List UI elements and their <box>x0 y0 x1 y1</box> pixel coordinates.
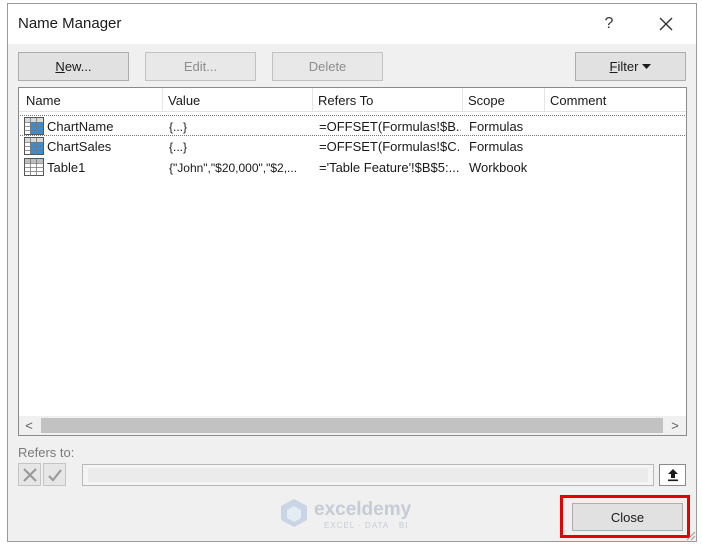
scroll-left-arrow[interactable]: < <box>19 416 39 435</box>
table-icon <box>24 158 44 176</box>
exceldemy-watermark: exceldemy EXCEL · DATA · BI <box>280 496 430 530</box>
header-name[interactable]: Name <box>26 93 61 108</box>
edit-button[interactable]: Edit... <box>145 52 256 81</box>
filter-button-label: ilter <box>617 59 639 74</box>
new-button-accelerator: N <box>55 59 65 74</box>
row-refers-to: =OFFSET(Formulas!$C... <box>319 139 461 154</box>
row-refers-to: =OFFSET(Formulas!$B... <box>319 119 461 134</box>
caret-down-icon <box>642 63 652 69</box>
help-button[interactable]: ? <box>591 10 627 38</box>
close-icon[interactable] <box>648 10 684 38</box>
table-row[interactable]: ChartName {...} =OFFSET(Formulas!$B... F… <box>20 115 685 136</box>
new-button-label: ew... <box>64 59 92 74</box>
header-scope[interactable]: Scope <box>468 93 505 108</box>
row-name: Table1 <box>47 160 86 175</box>
list-header: Name Value Refers To Scope Comment <box>19 88 686 112</box>
row-scope: Workbook <box>469 160 528 175</box>
row-value: {...} <box>169 140 188 154</box>
table-row[interactable]: Table1 {"John","$20,000","$2,... ='Table… <box>20 157 685 178</box>
horizontal-scrollbar[interactable]: < > <box>19 416 686 435</box>
refers-to-input[interactable] <box>82 464 654 486</box>
row-value: {"John","$20,000","$2,... <box>169 161 298 175</box>
new-button[interactable]: New... <box>18 52 129 81</box>
scrollbar-thumb[interactable] <box>41 418 663 433</box>
close-button[interactable]: Close <box>572 503 683 531</box>
row-name: ChartName <box>47 119 114 134</box>
table-row[interactable]: ChartSales {...} =OFFSET(Formulas!$C... … <box>20 136 685 157</box>
named-range-icon <box>24 117 44 135</box>
scroll-right-arrow[interactable]: > <box>665 416 685 435</box>
resize-grip-icon[interactable] <box>684 529 696 541</box>
header-value[interactable]: Value <box>168 93 200 108</box>
row-scope: Formulas <box>469 119 524 134</box>
cancel-x-icon[interactable] <box>18 463 41 486</box>
watermark-tagline: EXCEL · DATA · BI <box>324 521 409 530</box>
row-name: ChartSales <box>47 139 112 154</box>
refers-to-label: Refers to: <box>18 445 75 460</box>
filter-button[interactable]: Filter <box>575 52 686 81</box>
row-value: {...} <box>169 120 188 134</box>
row-refers-to: ='Table Feature'!$B$5:... <box>319 160 460 175</box>
row-scope: Formulas <box>469 139 524 154</box>
title-bar: Name Manager ? <box>8 4 696 44</box>
delete-button[interactable]: Delete <box>272 52 383 81</box>
watermark-name: exceldemy <box>314 499 412 520</box>
filter-button-accelerator: F <box>609 59 618 74</box>
checkmark-icon[interactable] <box>43 463 66 486</box>
header-comment[interactable]: Comment <box>550 93 606 108</box>
collapse-dialog-icon[interactable] <box>659 464 686 486</box>
names-list[interactable]: Name Value Refers To Scope Comment Chart… <box>18 87 687 436</box>
exceldemy-logo-icon <box>281 499 307 527</box>
name-manager-dialog: Name Manager ? New... Edit... Delete Fil… <box>7 3 697 542</box>
dialog-title: Name Manager <box>18 15 122 32</box>
header-refers-to[interactable]: Refers To <box>318 93 373 108</box>
refers-to-value <box>88 468 648 482</box>
named-range-icon <box>24 137 44 155</box>
